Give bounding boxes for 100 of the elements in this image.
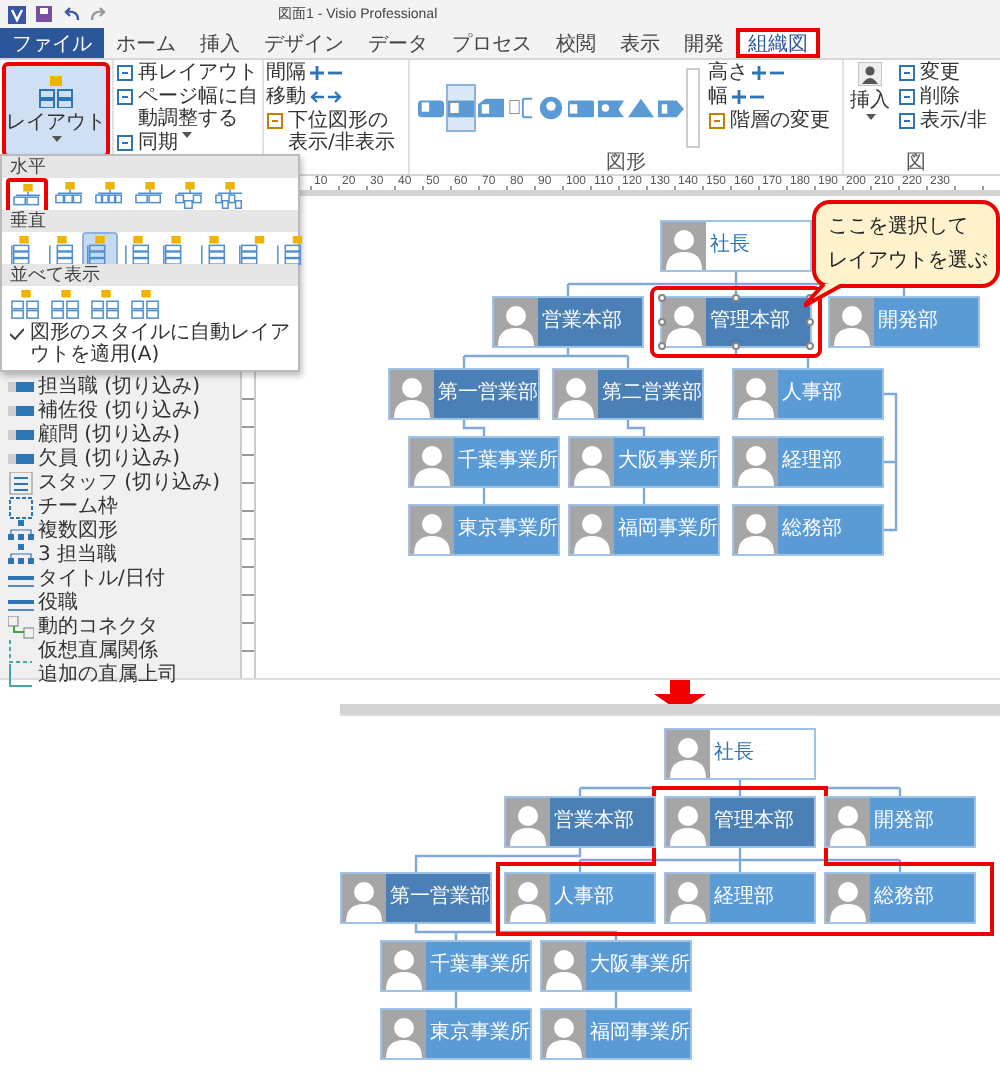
layout-option[interactable] <box>82 232 118 268</box>
toggle-subordinates-command[interactable]: 下位図形の表示/非表示 <box>266 110 406 154</box>
node-label: 福岡事業所 <box>616 515 718 544</box>
stencil-shape[interactable]: 動的コネクタ <box>8 616 236 640</box>
stencil-shape[interactable]: 顧問 (切り込み) <box>8 424 236 448</box>
insert-button[interactable]: 挿入 <box>846 62 894 154</box>
size-control[interactable]: 幅 <box>708 86 840 108</box>
node-label: 開発部 <box>872 807 934 836</box>
node-label: 営業本部 <box>552 807 634 836</box>
stencil-shape[interactable]: 追加の直属上司 <box>8 664 236 688</box>
ribbon-tab[interactable]: デザイン <box>252 28 356 58</box>
person-icon <box>858 62 882 86</box>
stencil-shape[interactable]: タイトル/日付 <box>8 568 236 592</box>
org-chart-icon <box>89 289 121 319</box>
org-chart-icon <box>129 289 161 319</box>
group-label: 図 <box>906 154 927 174</box>
org-chart-icon <box>213 181 245 211</box>
stencil-shape[interactable]: 3 担当職 <box>8 544 236 568</box>
connector-line <box>626 420 646 436</box>
change-level-command[interactable]: 階層の変更 <box>708 110 840 132</box>
stencil-shape[interactable]: 仮想直属関係 <box>8 640 236 664</box>
node-label: 総務部 <box>780 515 842 544</box>
stencil-shape[interactable]: 欠員 (切り込み) <box>8 448 236 472</box>
save-icon[interactable] <box>36 6 52 22</box>
ribbon-tab[interactable]: 校閲 <box>544 28 608 58</box>
ribbon-tab[interactable]: 表示 <box>608 28 672 58</box>
node-label: 総務部 <box>872 883 934 912</box>
people-icon <box>8 520 34 544</box>
spacing-control[interactable]: 移動 <box>266 86 406 108</box>
person-icon <box>390 370 434 418</box>
dashed-line-icon <box>8 640 34 664</box>
people-icon <box>8 544 34 568</box>
ribbon-tab[interactable]: 開発 <box>672 28 736 58</box>
ribbon-tab[interactable]: データ <box>356 28 440 58</box>
layout-option[interactable] <box>46 286 84 322</box>
group-label: 図形 <box>606 154 646 174</box>
gallery-scroll-bar[interactable] <box>686 68 700 148</box>
ribbon-tab[interactable]: ファイル <box>0 28 104 58</box>
stencil-shape[interactable]: チーム枠 <box>8 496 236 520</box>
stencil-shape[interactable]: スタッフ (切り込み) <box>8 472 236 496</box>
stencil-shape[interactable]: 役職 <box>8 592 236 616</box>
node-label: 人事部 <box>780 379 842 408</box>
plus-icon <box>732 90 746 104</box>
menu-section-title: 垂直 <box>10 211 46 231</box>
ribbon-tab[interactable]: ホーム <box>104 28 188 58</box>
node-label: 千葉事業所 <box>428 951 530 980</box>
ribbon-command[interactable]: 再レイアウト <box>116 62 260 84</box>
layout-option[interactable] <box>234 232 270 268</box>
connector-line <box>462 420 486 436</box>
list-icon <box>8 472 34 496</box>
person-icon <box>734 438 778 486</box>
ribbon-command[interactable]: ページ幅に自動調整する <box>116 86 260 130</box>
person-icon <box>826 798 870 846</box>
person-icon <box>494 298 538 346</box>
stencil-shape[interactable]: 担当職 (切り込み) <box>8 376 236 400</box>
swap-icon <box>898 64 916 82</box>
callout-text: ここを選択して <box>828 214 970 242</box>
plus-icon <box>752 66 766 80</box>
picture-command[interactable]: 変更 <box>898 62 987 84</box>
ribbon-tab[interactable]: プロセス <box>440 28 544 58</box>
person-icon <box>382 1010 426 1058</box>
ribbon-tab[interactable]: 挿入 <box>188 28 252 58</box>
stencil-shape[interactable]: 複数図形 <box>8 520 236 544</box>
layout-option[interactable] <box>6 286 44 322</box>
spacing-control[interactable]: 間隔 <box>266 62 406 84</box>
person-icon <box>542 942 586 990</box>
node-label: 大阪事業所 <box>616 447 718 476</box>
person-icon <box>830 298 874 346</box>
node-label: 人事部 <box>552 883 614 912</box>
caret-icon <box>51 136 61 144</box>
person-icon <box>734 370 778 418</box>
ribbon-command[interactable]: 同期 <box>116 132 260 154</box>
layout-option[interactable] <box>272 232 308 268</box>
layout-option[interactable] <box>126 286 164 322</box>
org-chart-icon <box>173 181 205 211</box>
node-label: 社長 <box>708 231 750 260</box>
person-icon <box>570 438 614 486</box>
layout-option[interactable] <box>170 178 208 214</box>
node-label: 大阪事業所 <box>588 951 690 980</box>
node-label: 管理本部 <box>708 307 790 336</box>
apply-style-option[interactable]: 図形のスタイルに自動レイアウトを適用(A) <box>2 318 298 370</box>
relayout-icon <box>116 64 134 82</box>
visibility-icon <box>898 112 916 130</box>
node-label: 管理本部 <box>712 807 794 836</box>
layout-option[interactable] <box>86 286 124 322</box>
picture-command[interactable]: 表示/非 <box>898 110 987 132</box>
redo-icon[interactable] <box>90 6 108 22</box>
ribbon-tab[interactable]: 組織図 <box>736 28 820 58</box>
org-chart-icon <box>38 76 74 108</box>
undo-icon[interactable] <box>62 6 80 22</box>
layout-option[interactable] <box>210 178 248 214</box>
plus-icon <box>310 66 324 80</box>
stencil-shape[interactable]: 補佐役 (切り込み) <box>8 400 236 424</box>
shape-style-option[interactable] <box>446 84 476 132</box>
tree-icon <box>266 112 284 130</box>
layout-button[interactable]: レイアウト <box>2 62 110 158</box>
person-icon <box>666 798 710 846</box>
picture-command[interactable]: 削除 <box>898 86 987 108</box>
person-icon <box>554 370 598 418</box>
size-control[interactable]: 高さ <box>708 62 840 84</box>
